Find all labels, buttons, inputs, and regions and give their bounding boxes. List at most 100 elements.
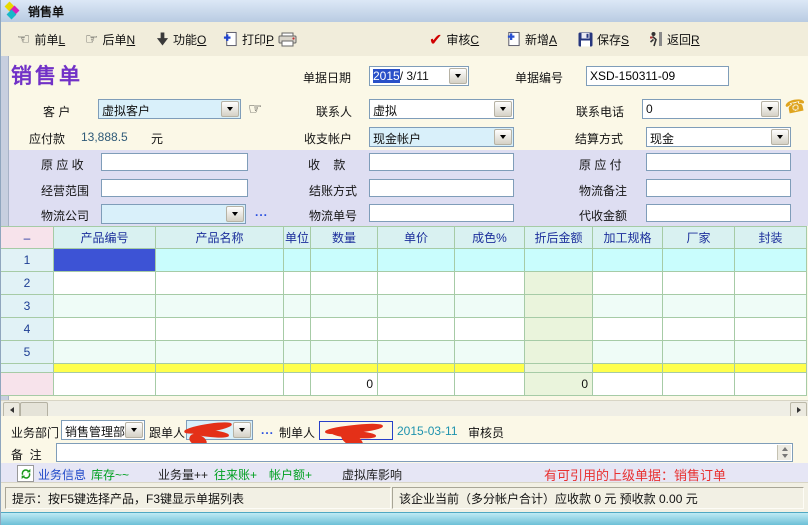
grid-cell[interactable] [156,295,284,318]
grid-cell[interactable] [735,318,807,341]
grid-cell[interactable] [663,249,735,272]
highlight-row-cell[interactable] [156,364,284,373]
grid-cell[interactable] [54,341,156,364]
grid-cell[interactable] [284,295,311,318]
grid-cell[interactable] [156,318,284,341]
return-button[interactable]: 返回R [649,22,700,56]
refresh-icon[interactable] [17,465,34,482]
grid-cell[interactable] [593,318,663,341]
orig-receivable-input[interactable] [101,153,248,171]
grid-cell[interactable] [735,295,807,318]
functions-button[interactable]: 功能O [156,22,206,56]
grid-cell[interactable] [525,272,593,295]
grid-cell[interactable] [525,341,593,364]
dropdown-button[interactable] [125,422,143,438]
doc-no-input[interactable] [586,66,729,86]
logistics-note-input[interactable] [646,179,791,197]
printer-button[interactable] [278,22,297,56]
print-button[interactable]: 打印P [223,22,274,56]
highlight-row-cell[interactable] [455,364,525,373]
grid-cell[interactable] [54,272,156,295]
grid-cell[interactable] [525,295,593,318]
grid-cell[interactable] [311,249,378,272]
highlight-row-cell[interactable] [525,364,593,373]
grid-cell[interactable] [156,249,284,272]
receipt-input[interactable] [369,153,514,171]
collect-input[interactable] [646,204,791,222]
grid-cell[interactable] [455,272,525,295]
grid-cell[interactable] [284,341,311,364]
grid-cell[interactable] [156,341,284,364]
dropdown-button[interactable] [449,68,467,84]
grid-cell[interactable] [455,341,525,364]
dropdown-button[interactable] [771,129,789,145]
grid-cell[interactable] [284,249,311,272]
grid-cell[interactable] [54,318,156,341]
settle-combo[interactable]: 现金 [646,127,791,147]
dropdown-button[interactable] [494,129,512,145]
note-input[interactable] [56,443,793,462]
dept-combo[interactable]: 销售管理部 [61,420,145,440]
highlight-row-cell[interactable] [378,364,455,373]
grid-cell[interactable] [455,318,525,341]
phone-icon[interactable]: ☎ [783,95,808,119]
maker-field[interactable] [319,421,393,440]
highlight-row-cell[interactable] [735,364,807,373]
pointer-hand-icon[interactable]: ☞ [248,99,262,118]
dropdown-button[interactable] [761,101,779,117]
grid-cell[interactable] [284,318,311,341]
grid-cell[interactable] [593,341,663,364]
grid-cell[interactable] [311,272,378,295]
transactions-link[interactable]: 往来账+ [214,466,257,483]
grid-cell[interactable] [663,295,735,318]
logistics-co-combo[interactable] [101,204,246,224]
grid-cell[interactable] [593,249,663,272]
highlight-row-cell[interactable] [284,364,311,373]
highlight-row-cell[interactable] [663,364,735,373]
date-combo[interactable]: 2015/ 3/11 [369,66,469,86]
account-amount-link[interactable]: 帐户额+ [269,466,312,483]
horizontal-scrollbar[interactable] [1,400,808,417]
dropdown-button[interactable] [494,101,512,117]
account-combo[interactable]: 现金帐户 [369,127,514,147]
dropdown-button[interactable] [226,206,244,222]
selected-cell[interactable] [54,249,156,272]
grid-cell[interactable] [735,249,807,272]
business-info-link[interactable]: 业务信息 [38,466,86,483]
highlight-row-cell[interactable] [54,364,156,373]
grid-cell[interactable] [311,295,378,318]
new-button[interactable]: 新增A [506,22,557,56]
grid-cell[interactable] [525,249,593,272]
next-doc-button[interactable]: ☞ 后单N [85,22,135,56]
logistics-more-link[interactable]: ... [255,205,268,219]
grid-cell[interactable] [311,318,378,341]
grid-cell[interactable] [378,318,455,341]
grid-cell[interactable] [663,341,735,364]
grid-cell[interactable] [735,341,807,364]
grid-cell[interactable] [663,272,735,295]
grid-cell[interactable] [284,272,311,295]
grid-cell[interactable] [593,272,663,295]
follow-combo[interactable] [186,420,253,440]
grid-cell[interactable] [663,318,735,341]
follow-more-link[interactable]: ... [261,423,274,437]
stock-link[interactable]: 库存~~ [91,466,129,483]
phone-combo[interactable]: 0 [642,99,781,119]
note-spinner[interactable] [777,445,791,460]
dropdown-button[interactable] [221,101,239,117]
grid-cell[interactable] [593,295,663,318]
contact-combo[interactable]: 虚拟 [369,99,514,119]
grid-cell[interactable] [525,318,593,341]
save-button[interactable]: 保存S [578,22,629,56]
grid-cell[interactable] [455,295,525,318]
prev-doc-button[interactable]: ☜ 前单L [17,22,65,56]
scope-input[interactable] [101,179,248,197]
customer-combo[interactable]: 虚拟客户 [98,99,241,119]
audit-button[interactable]: ✔ 审核C [429,22,479,56]
dropdown-button[interactable] [233,422,251,438]
volume-link[interactable]: 业务量++ [158,466,208,483]
grid-cell[interactable] [156,272,284,295]
grid-cell[interactable] [378,249,455,272]
grid-cell[interactable] [378,341,455,364]
closing-input[interactable] [369,179,514,197]
